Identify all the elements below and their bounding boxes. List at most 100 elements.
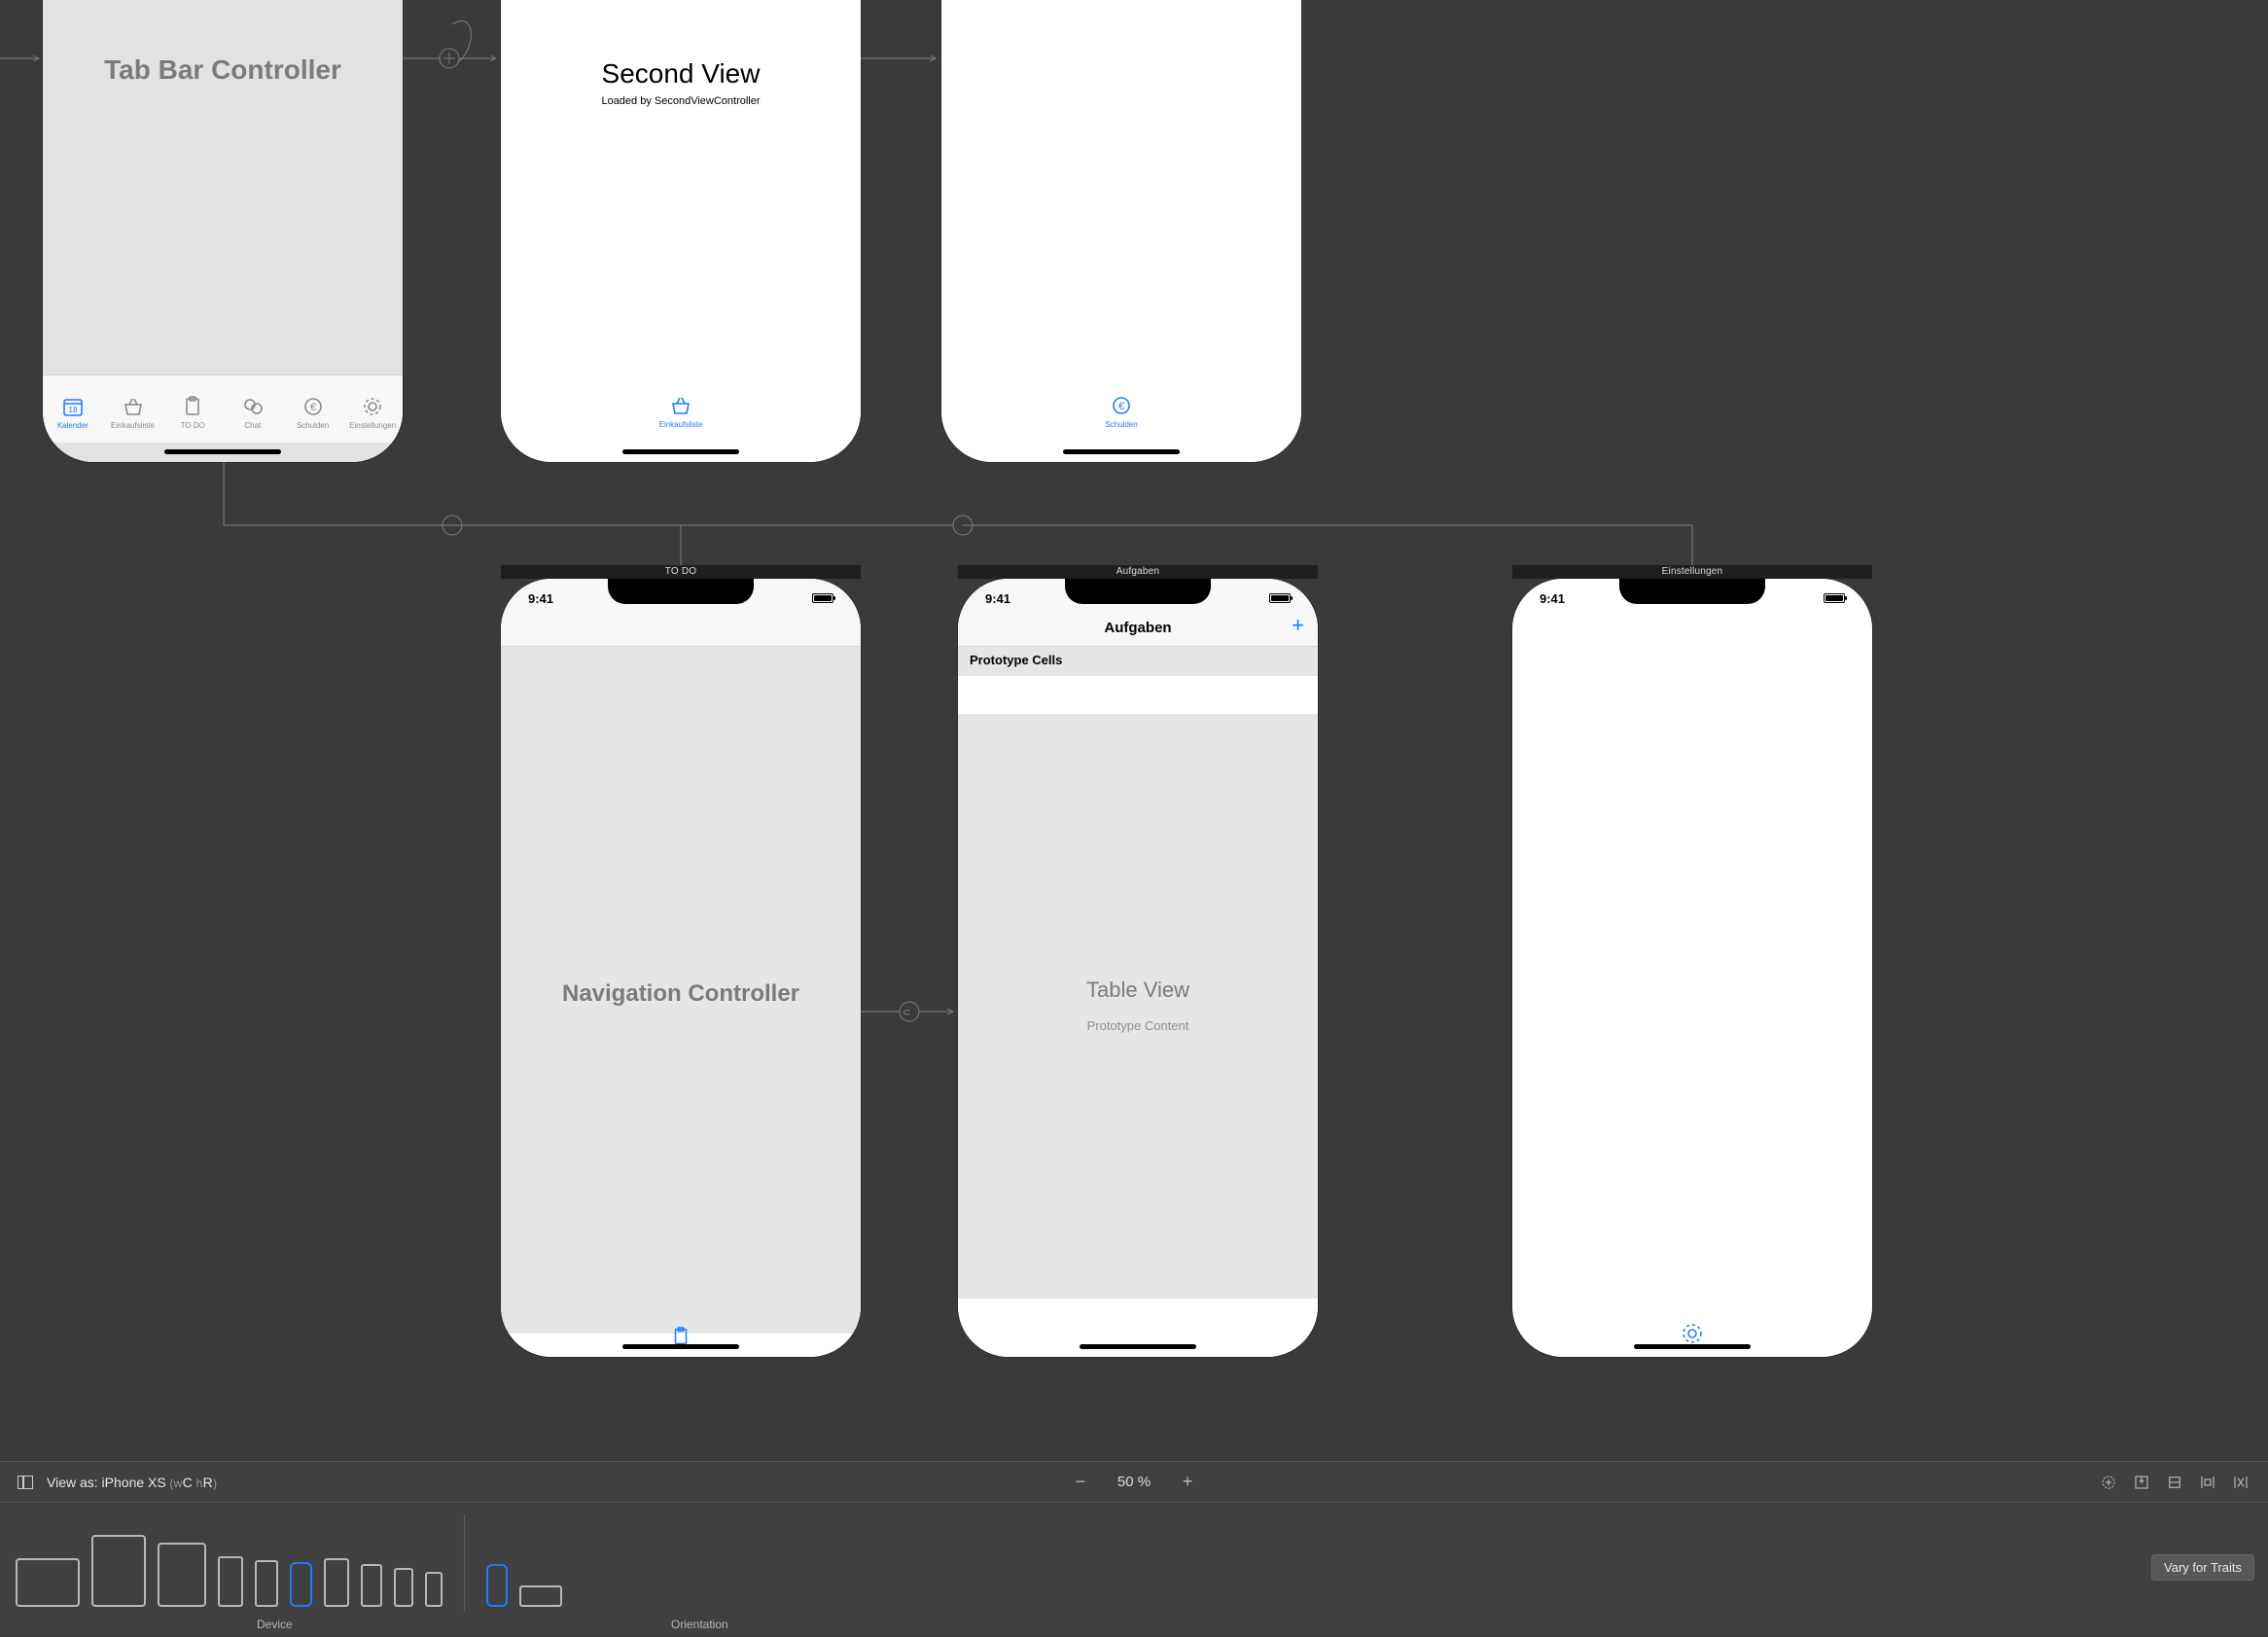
scene-label-aufgaben[interactable]: Aufgaben — [958, 565, 1318, 579]
device-configuration-bar: View as: iPhone XS (wC hR) − 50 % + — [0, 1461, 2268, 1636]
table-row[interactable] — [958, 676, 1318, 715]
table-view-body[interactable]: Table View Prototype Content — [958, 715, 1318, 1299]
prototype-cells-header: Prototype Cells — [958, 647, 1318, 676]
clock: 9:41 — [985, 591, 1010, 606]
home-indicator — [164, 449, 281, 454]
clock: 9:41 — [1540, 591, 1565, 606]
view-as-label[interactable]: View as: iPhone XS (wC hR) — [47, 1475, 217, 1490]
scene-einstellungen[interactable]: 9:41 — [1512, 579, 1872, 1357]
device-ipad-11[interactable] — [91, 1535, 146, 1607]
tab-einkaufsliste[interactable]: Einkaufsliste — [501, 374, 861, 443]
tab-bar: 18 Kalender Einkaufsliste TO DO Chat € — [43, 374, 403, 443]
tab-kalender[interactable]: 18 Kalender — [43, 375, 103, 443]
update-frames-icon[interactable] — [2099, 1474, 2118, 1491]
scene-second-view[interactable]: Second View Loaded by SecondViewControll… — [501, 0, 861, 462]
tab-label: TO DO — [181, 421, 205, 430]
home-indicator — [1080, 1344, 1196, 1349]
tab-einstellungen[interactable]: Einstellungen — [342, 375, 403, 443]
clipboard-icon — [180, 395, 205, 418]
tab-einkaufsliste[interactable]: Einkaufsliste — [103, 375, 163, 443]
scene-tab-bar-controller[interactable]: Tab Bar Controller 18 Kalender Einkaufsl… — [43, 0, 403, 462]
scene-table-view[interactable]: 9:41 Aufgaben + Prototype Cells Table Vi… — [958, 579, 1318, 1357]
battery-icon — [1824, 593, 1845, 603]
svg-text:€: € — [309, 402, 315, 413]
zoom-in-button[interactable]: + — [1178, 1473, 1197, 1492]
battery-icon — [812, 593, 833, 603]
euro-icon: € — [1109, 394, 1134, 417]
calendar-icon: 18 — [60, 395, 86, 418]
orientation-landscape[interactable] — [519, 1585, 562, 1607]
svg-text:⊂: ⊂ — [903, 1008, 910, 1018]
tab-label: Schulden — [297, 421, 329, 430]
tab-label: Einkaufsliste — [111, 421, 155, 430]
zoom-level: 50 % — [1117, 1474, 1151, 1490]
device-ipad-9-7[interactable] — [158, 1543, 206, 1607]
zoom-controls: − 50 % + — [1071, 1473, 1197, 1492]
align-icon[interactable] — [2165, 1474, 2184, 1491]
resolve-constraints-icon[interactable] — [2231, 1474, 2250, 1491]
notch — [1619, 579, 1765, 604]
vary-for-traits-button[interactable]: Vary for Traits — [2151, 1554, 2254, 1581]
svg-text:18: 18 — [68, 406, 77, 414]
svg-text:€: € — [1118, 401, 1124, 412]
gear-icon — [1681, 1322, 1704, 1345]
notch — [608, 579, 754, 604]
second-view-title: Second View — [501, 58, 861, 89]
tab-label: Chat — [244, 421, 261, 430]
navigation-controller-title: Navigation Controller — [501, 980, 861, 1008]
view-as-device: iPhone XS — [102, 1475, 166, 1490]
device-picker — [6, 1514, 452, 1607]
tab-label: Kalender — [57, 421, 89, 430]
device-iphone-4s[interactable] — [425, 1572, 443, 1607]
device-ipad-12-9[interactable] — [16, 1558, 80, 1607]
scene-schulden-view[interactable]: € Schulden — [941, 0, 1301, 462]
tab-bar: € Schulden — [941, 374, 1301, 443]
device-iphone-se[interactable] — [394, 1568, 413, 1607]
divider — [464, 1514, 465, 1612]
tab-chat[interactable]: Chat — [223, 375, 283, 443]
tab-label: Einkaufsliste — [659, 420, 703, 429]
add-button[interactable]: + — [1292, 613, 1304, 638]
notch — [1065, 579, 1211, 604]
orientation-picker — [477, 1514, 572, 1607]
table-view-placeholder-subtitle: Prototype Content — [958, 1018, 1318, 1033]
toggle-outline-panel-icon[interactable] — [18, 1476, 33, 1489]
embed-in-icon[interactable] — [2132, 1474, 2151, 1491]
pin-constraints-icon[interactable] — [2198, 1474, 2217, 1491]
view-as-prefix: View as: — [47, 1475, 102, 1490]
tab-schulden[interactable]: € Schulden — [283, 375, 343, 443]
device-group-label: Device — [257, 1618, 293, 1631]
scene-label-todo[interactable]: TO DO — [501, 565, 861, 579]
second-view-subtitle: Loaded by SecondViewController — [501, 95, 861, 107]
table-view-placeholder-title: Table View — [958, 978, 1318, 1003]
device-iphone-8[interactable] — [361, 1564, 382, 1607]
clock: 9:41 — [528, 591, 553, 606]
scene-label-einstellungen[interactable]: Einstellungen — [1512, 565, 1872, 579]
zoom-out-button[interactable]: − — [1071, 1473, 1090, 1492]
home-indicator — [622, 1344, 739, 1349]
tab-bar-controller-title: Tab Bar Controller — [43, 54, 403, 86]
device-iphone-xr[interactable] — [255, 1560, 278, 1607]
device-iphone-xs-max[interactable] — [218, 1556, 243, 1607]
device-iphone-xs[interactable] — [290, 1562, 312, 1607]
tab-schulden[interactable]: € Schulden — [941, 374, 1301, 443]
orientation-group-label: Orientation — [671, 1618, 728, 1631]
chat-icon — [240, 395, 266, 418]
home-indicator — [1063, 449, 1180, 454]
gear-icon — [360, 395, 385, 418]
tab-todo[interactable]: TO DO — [162, 375, 223, 443]
storyboard-canvas[interactable]: ⊂ Tab Bar Controller 18 Kalender Einkauf… — [0, 0, 2268, 1461]
tab-bar: Einkaufsliste — [501, 374, 861, 443]
euro-icon: € — [301, 395, 326, 418]
battery-icon — [1269, 593, 1291, 603]
basket-icon — [121, 395, 146, 418]
orientation-portrait[interactable] — [486, 1564, 508, 1607]
home-indicator — [622, 449, 739, 454]
device-iphone-8-plus[interactable] — [324, 1558, 349, 1607]
nav-title: Aufgaben — [958, 620, 1318, 636]
tab-label: Schulden — [1105, 420, 1137, 429]
basket-icon — [668, 394, 693, 417]
scene-navigation-controller[interactable]: 9:41 Navigation Controller — [501, 579, 861, 1357]
tab-label: Einstellungen — [349, 421, 396, 430]
home-indicator — [1634, 1344, 1751, 1349]
